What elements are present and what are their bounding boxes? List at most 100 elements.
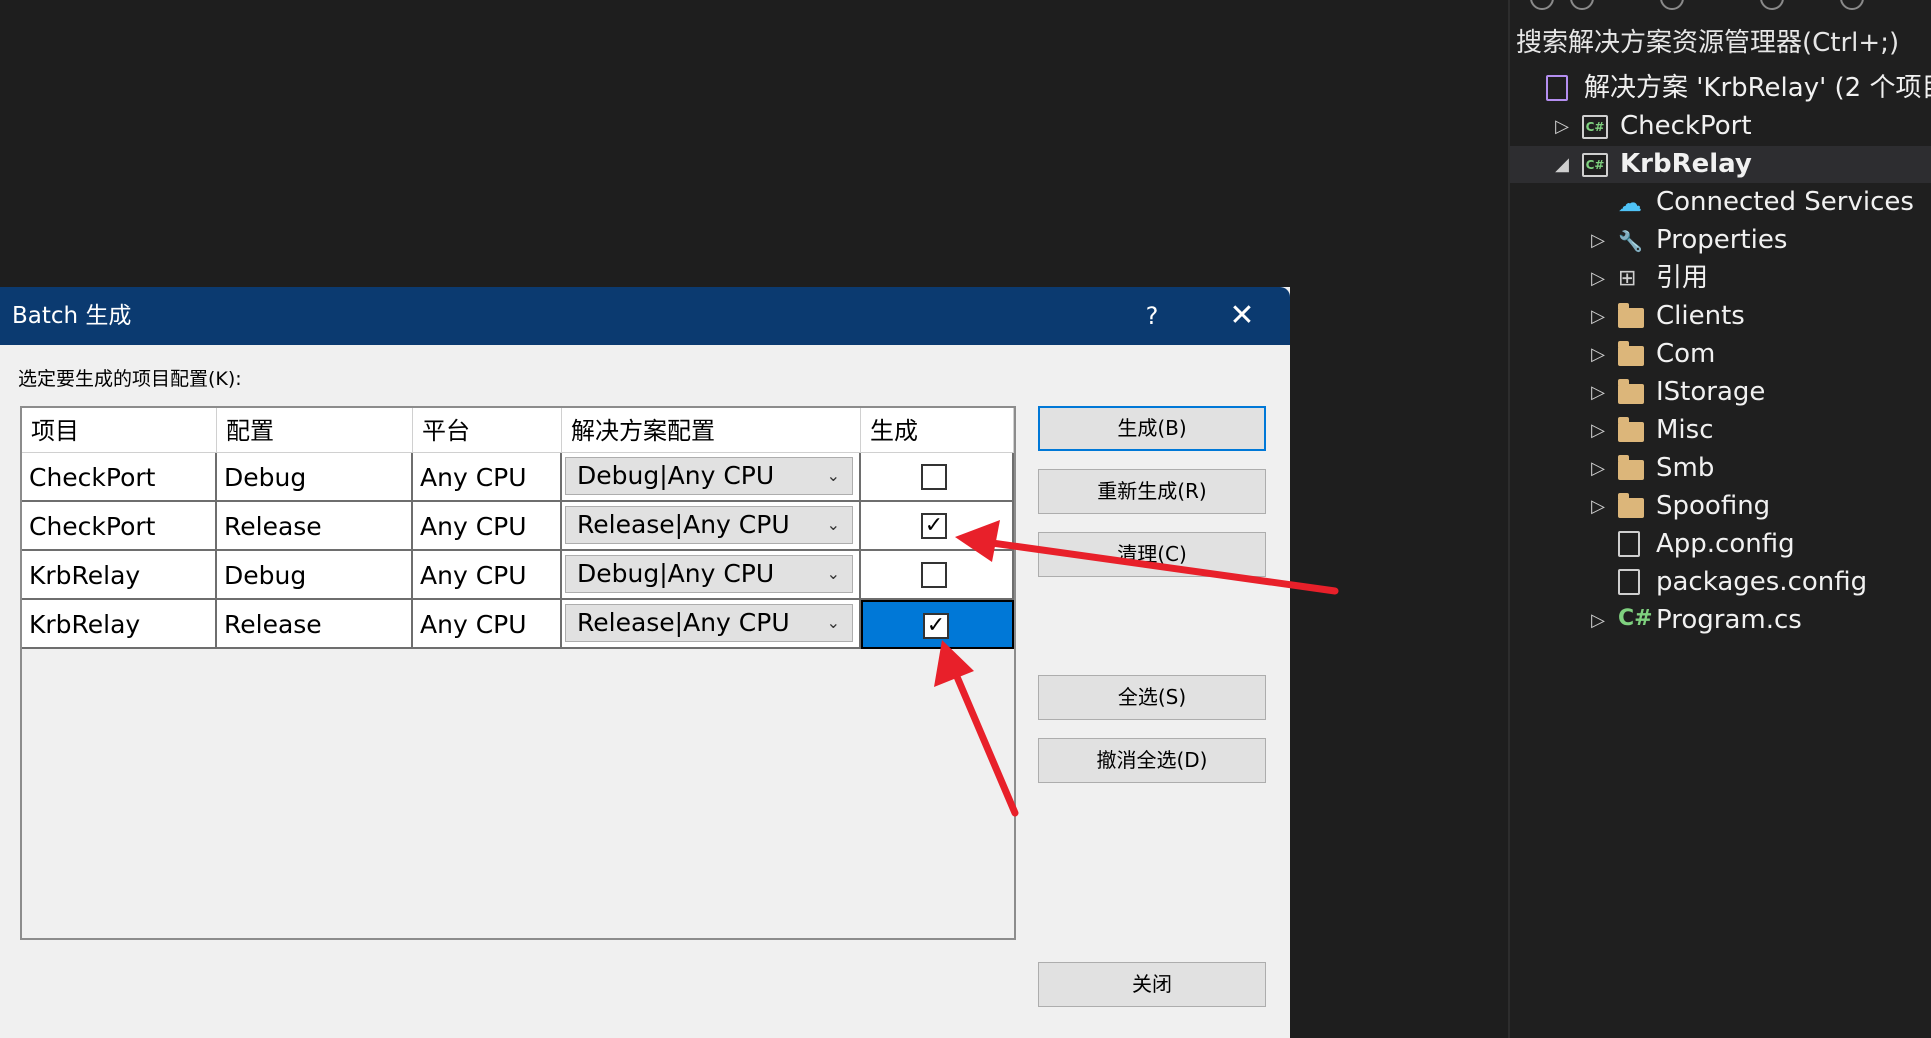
expander-icon[interactable]: ▷: [1588, 602, 1608, 639]
clean-button[interactable]: 清理(C): [1038, 532, 1266, 577]
expander-icon[interactable]: ▷: [1552, 108, 1572, 145]
tree-item[interactable]: 解决方案 'KrbRelay' (2 个项目，全: [1510, 70, 1931, 107]
expander-icon[interactable]: ▷: [1588, 412, 1608, 449]
table-row[interactable]: KrbRelay Debug Any CPU Debug|Any CPU ⌄: [22, 551, 1014, 600]
tree-item[interactable]: ▷ C# CheckPort: [1510, 108, 1931, 145]
cell-platform[interactable]: Any CPU: [413, 600, 562, 649]
expander-icon[interactable]: ▷: [1588, 488, 1608, 525]
column-header-config[interactable]: 配置: [217, 408, 413, 453]
tree-item[interactable]: ▷ Com: [1510, 336, 1931, 373]
table-row[interactable]: CheckPort Release Any CPU Release|Any CPU ⌄ ✓: [22, 502, 1014, 551]
solution-explorer-search-input[interactable]: 搜索解决方案资源管理器(Ctrl+;): [1516, 24, 1931, 62]
tree-item[interactable]: ▷ ⊞ 引用: [1510, 260, 1931, 297]
csharp-project-icon: C#: [1582, 115, 1608, 139]
toolbar-button-icon[interactable]: [1760, 0, 1784, 10]
cell-platform[interactable]: Any CPU: [413, 453, 562, 502]
tree-item[interactable]: ▷ Misc: [1510, 412, 1931, 449]
column-header-solution-config[interactable]: 解决方案配置: [562, 408, 861, 453]
tree-item-label: Clients: [1656, 301, 1745, 331]
solution-config-dropdown[interactable]: Release|Any CPU ⌄: [565, 604, 853, 642]
column-header-project[interactable]: 项目: [22, 408, 217, 453]
project-config-prompt: 选定要生成的项目配置(K):: [18, 368, 242, 390]
cell-build: ✓: [861, 600, 1014, 649]
build-checkbox[interactable]: ✓: [923, 613, 949, 639]
tree-item[interactable]: ◢ C# KrbRelay: [1510, 146, 1931, 183]
folder-icon: [1618, 493, 1644, 518]
cell-build: [861, 551, 1014, 600]
help-button[interactable]: ?: [1128, 287, 1176, 345]
build-checkbox[interactable]: [921, 464, 947, 490]
solution-explorer-toolbar: [1510, 0, 1931, 14]
cell-platform[interactable]: Any CPU: [413, 551, 562, 600]
solution-explorer-panel: 搜索解决方案资源管理器(Ctrl+;) 解决方案 'KrbRelay' (2 个…: [1508, 0, 1931, 1038]
csharp-file-icon: C#: [1618, 606, 1653, 631]
toolbar-button-icon[interactable]: [1660, 0, 1684, 10]
tree-item[interactable]: ▷ C# Program.cs: [1510, 602, 1931, 639]
close-button[interactable]: 关闭: [1038, 962, 1266, 1007]
select-all-button[interactable]: 全选(S): [1038, 675, 1266, 720]
cell-solution-config: Debug|Any CPU ⌄: [562, 551, 861, 600]
cell-config[interactable]: Release: [217, 502, 413, 551]
tree-item-label: App.config: [1656, 529, 1795, 559]
tree-item-label: Smb: [1656, 453, 1715, 483]
tree-item-label: IStorage: [1656, 377, 1766, 407]
folder-icon: [1618, 303, 1644, 328]
solution-config-dropdown[interactable]: Release|Any CPU ⌄: [565, 506, 853, 544]
toolbar-button-icon[interactable]: [1530, 0, 1554, 10]
config-file-icon: [1618, 569, 1640, 595]
toolbar-button-icon[interactable]: [1570, 0, 1594, 10]
tree-item[interactable]: ▷ Clients: [1510, 298, 1931, 335]
chevron-down-icon[interactable]: ⌄: [827, 556, 840, 592]
table-row[interactable]: KrbRelay Release Any CPU Release|Any CPU ⌄ ✓: [22, 600, 1014, 649]
tree-item-label: Connected Services: [1656, 187, 1914, 217]
build-button[interactable]: 生成(B): [1038, 406, 1266, 451]
cell-project[interactable]: CheckPort: [22, 453, 217, 502]
build-checkbox[interactable]: [921, 562, 947, 588]
expander-icon[interactable]: ▷: [1588, 298, 1608, 335]
references-icon: ⊞: [1618, 266, 1637, 291]
cell-solution-config: Release|Any CPU ⌄: [562, 600, 861, 649]
tree-item-label: Program.cs: [1656, 605, 1802, 635]
chevron-down-icon[interactable]: ⌄: [827, 458, 840, 494]
expander-icon[interactable]: ▷: [1588, 260, 1608, 297]
deselect-all-button[interactable]: 撤消全选(D): [1038, 738, 1266, 783]
build-checkbox[interactable]: ✓: [921, 513, 947, 539]
tree-item[interactable]: ▷ Smb: [1510, 450, 1931, 487]
cell-config[interactable]: Release: [217, 600, 413, 649]
expander-icon[interactable]: ◢: [1552, 146, 1572, 183]
close-icon[interactable]: ✕: [1218, 287, 1266, 345]
expander-icon[interactable]: ▷: [1588, 222, 1608, 259]
folder-icon: [1618, 379, 1644, 404]
dropdown-value: Debug|Any CPU: [577, 559, 775, 588]
tree-item-label: Properties: [1656, 225, 1788, 255]
cell-platform[interactable]: Any CPU: [413, 502, 562, 551]
rebuild-button[interactable]: 重新生成(R): [1038, 469, 1266, 514]
dialog-titlebar: Batch 生成 ? ✕: [0, 287, 1290, 345]
column-header-build[interactable]: 生成: [861, 408, 1014, 453]
tree-item-label: 引用: [1656, 263, 1709, 293]
project-config-grid[interactable]: 项目 配置 平台 解决方案配置 生成 CheckPort Debug Any CPU…: [20, 406, 1016, 940]
cell-project[interactable]: CheckPort: [22, 502, 217, 551]
chevron-down-icon[interactable]: ⌄: [827, 605, 840, 641]
expander-icon[interactable]: ▷: [1588, 450, 1608, 487]
tree-item[interactable]: ▷ IStorage: [1510, 374, 1931, 411]
tree-item[interactable]: ▷ Spoofing: [1510, 488, 1931, 525]
tree-item[interactable]: ▷ 🔧 Properties: [1510, 222, 1931, 259]
solution-config-dropdown[interactable]: Debug|Any CPU ⌄: [565, 457, 853, 495]
tree-item[interactable]: App.config: [1510, 526, 1931, 563]
expander-icon[interactable]: ▷: [1588, 336, 1608, 373]
toolbar-button-icon[interactable]: [1840, 0, 1864, 10]
tree-item[interactable]: ☁ Connected Services: [1510, 184, 1931, 221]
cell-project[interactable]: KrbRelay: [22, 551, 217, 600]
cell-config[interactable]: Debug: [217, 453, 413, 502]
cell-config[interactable]: Debug: [217, 551, 413, 600]
cell-build: [861, 453, 1014, 502]
expander-icon[interactable]: ▷: [1588, 374, 1608, 411]
folder-icon: [1618, 455, 1644, 480]
chevron-down-icon[interactable]: ⌄: [827, 507, 840, 543]
table-row[interactable]: CheckPort Debug Any CPU Debug|Any CPU ⌄: [22, 453, 1014, 502]
cell-project[interactable]: KrbRelay: [22, 600, 217, 649]
solution-config-dropdown[interactable]: Debug|Any CPU ⌄: [565, 555, 853, 593]
tree-item[interactable]: packages.config: [1510, 564, 1931, 601]
column-header-platform[interactable]: 平台: [413, 408, 562, 453]
